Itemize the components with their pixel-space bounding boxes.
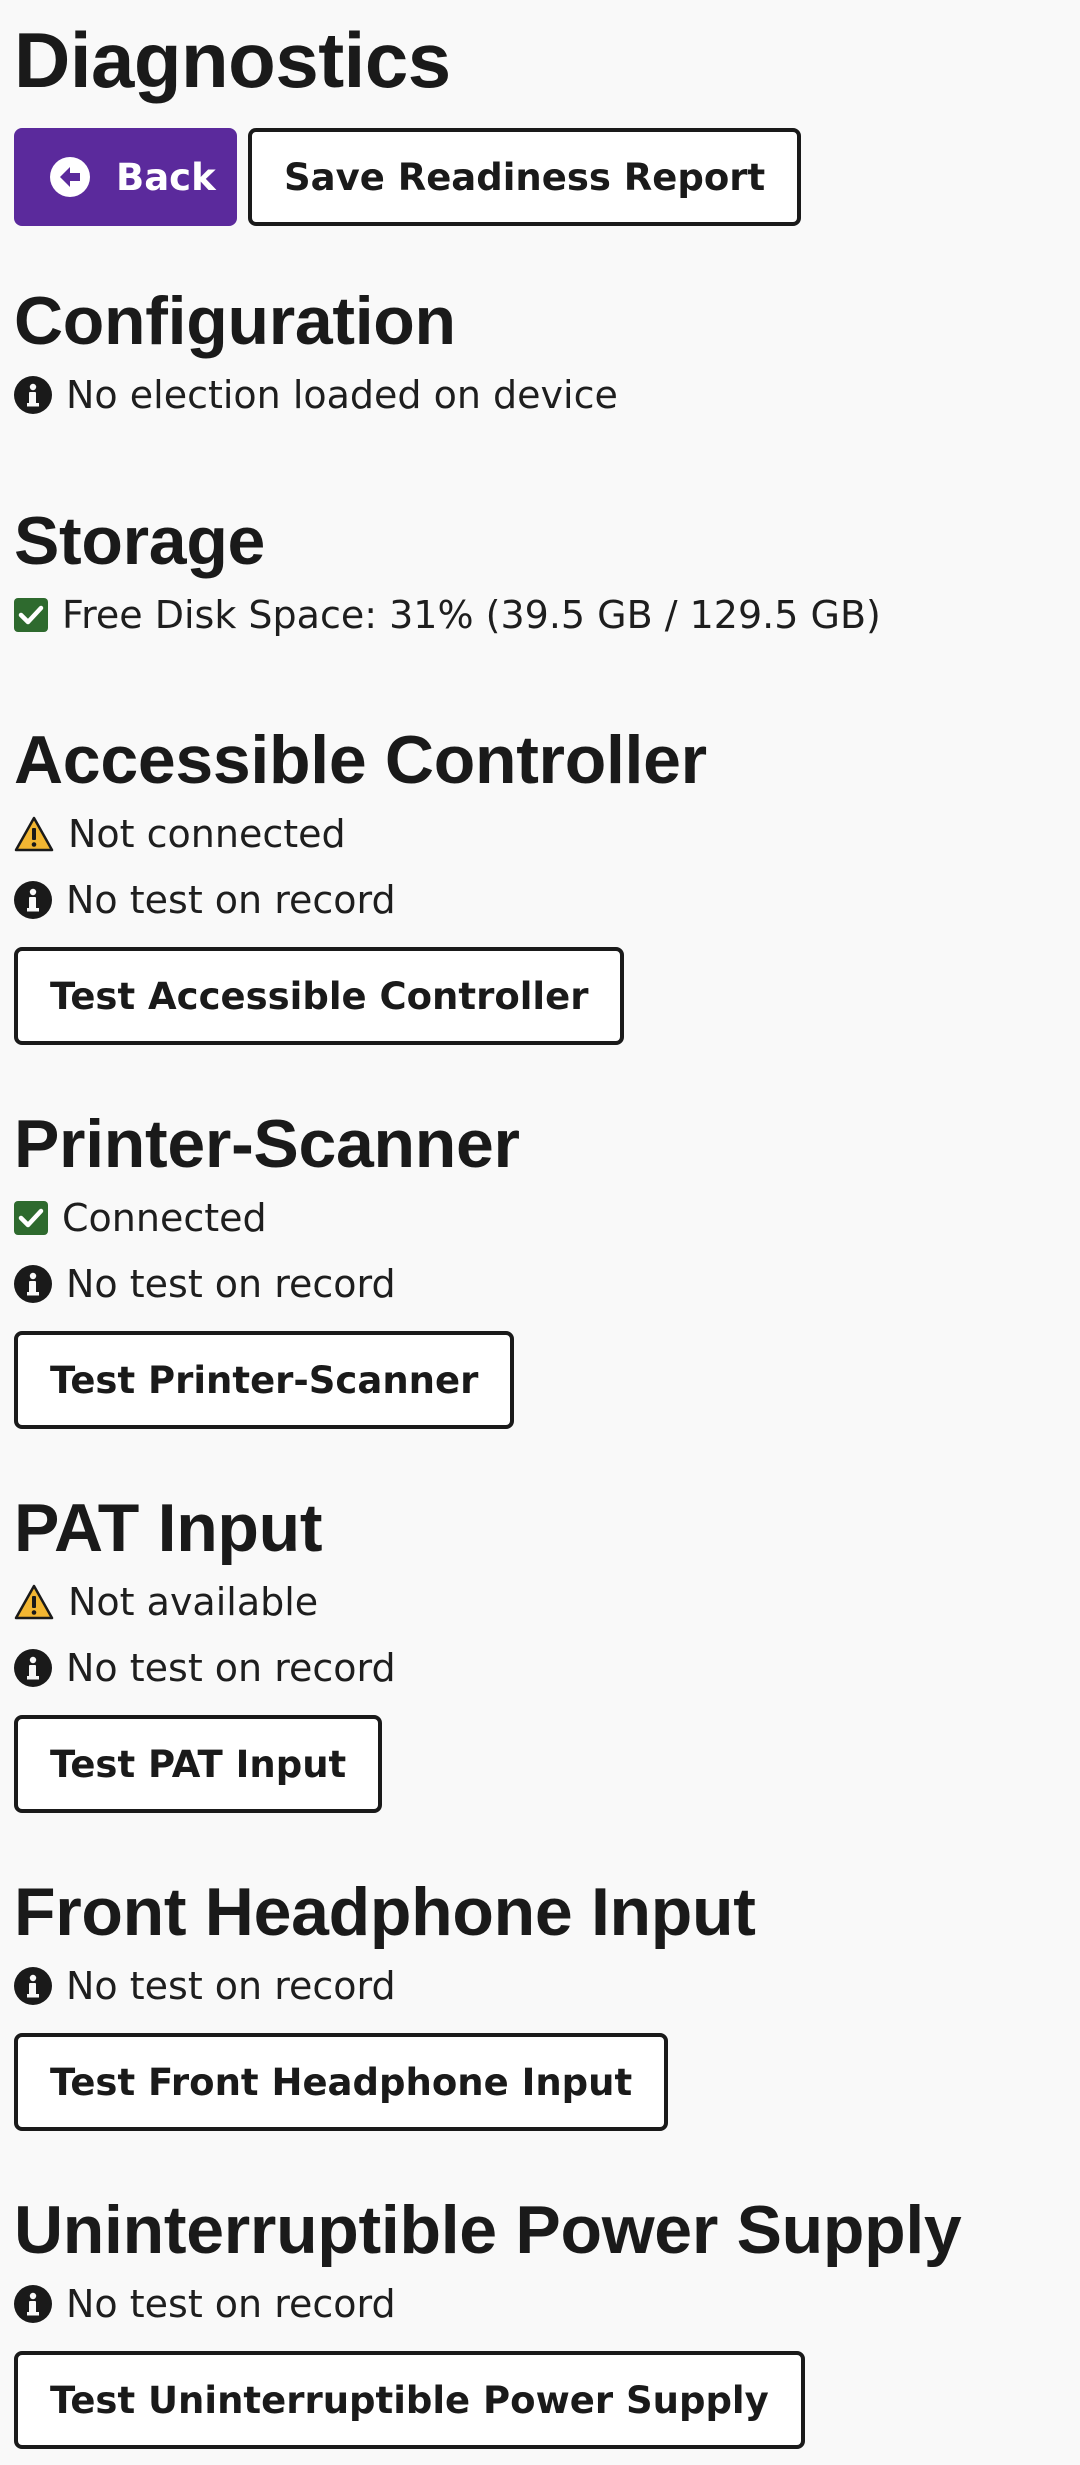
test-accessible-controller-button[interactable]: Test Accessible Controller [14,947,625,1045]
ups-test-text: No test on record [66,2282,396,2326]
front-headphone-input-section: Front Headphone Input No test on record … [14,1871,756,2131]
configuration-heading: Configuration [14,283,456,359]
info-icon [14,376,52,414]
pat-input-availability-text: Not available [68,1580,319,1624]
printer-scanner-heading: Printer-Scanner [14,1106,520,1182]
back-button[interactable]: Back [14,128,237,226]
printer-scanner-connection-status: Connected [14,1185,520,1251]
configuration-status: No election loaded on device [14,362,618,428]
storage-status-text: Free Disk Space: 31% (39.5 GB / 129.5 GB… [62,593,881,637]
accessible-controller-heading: Accessible Controller [14,722,707,798]
test-accessible-controller-label: Test Accessible Controller [50,974,589,1018]
toolbar: Back Save Readiness Report [14,128,802,226]
accessible-controller-connection-status: Not connected [14,801,707,867]
accessible-controller-test-text: No test on record [66,878,396,922]
ups-section: Uninterruptible Power Supply No test on … [14,2189,962,2449]
front-headphone-input-test-status: No test on record [14,1953,756,2019]
front-headphone-input-heading: Front Headphone Input [14,1874,756,1950]
save-readiness-report-button[interactable]: Save Readiness Report [248,128,802,226]
test-front-headphone-input-button[interactable]: Test Front Headphone Input [14,2033,669,2131]
storage-section: Storage Free Disk Space: 31% (39.5 GB / … [14,500,881,648]
save-readiness-report-label: Save Readiness Report [284,155,766,199]
configuration-status-text: No election loaded on device [66,373,618,417]
accessible-controller-section: Accessible Controller Not connected No t… [14,719,707,1045]
accessible-controller-test-status: No test on record [14,867,707,933]
info-icon [14,2285,52,2323]
back-button-label: Back [116,155,216,199]
page-title: Diagnostics [14,16,451,104]
info-icon [14,881,52,919]
pat-input-section: PAT Input Not available No test on recor… [14,1487,396,1813]
warning-icon [14,1584,54,1620]
pat-input-availability-status: Not available [14,1569,396,1635]
checkbox-check-icon [14,1201,48,1235]
info-icon [14,1649,52,1687]
front-headphone-input-test-text: No test on record [66,1964,396,2008]
test-printer-scanner-label: Test Printer-Scanner [50,1358,479,1402]
printer-scanner-test-status: No test on record [14,1251,520,1317]
printer-scanner-section: Printer-Scanner Connected No test on rec… [14,1103,520,1429]
configuration-section: Configuration No election loaded on devi… [14,280,618,428]
printer-scanner-test-text: No test on record [66,1262,396,1306]
info-icon [14,1967,52,2005]
pat-input-test-text: No test on record [66,1646,396,1690]
storage-status: Free Disk Space: 31% (39.5 GB / 129.5 GB… [14,582,881,648]
test-pat-input-label: Test PAT Input [50,1742,347,1786]
accessible-controller-connection-text: Not connected [68,812,346,856]
printer-scanner-connection-text: Connected [62,1196,267,1240]
circle-arrow-left-icon [50,157,90,197]
test-front-headphone-input-label: Test Front Headphone Input [50,2060,633,2104]
test-printer-scanner-button[interactable]: Test Printer-Scanner [14,1331,515,1429]
info-icon [14,1265,52,1303]
pat-input-test-status: No test on record [14,1635,396,1701]
test-ups-label: Test Uninterruptible Power Supply [50,2378,769,2422]
test-pat-input-button[interactable]: Test PAT Input [14,1715,383,1813]
ups-test-status: No test on record [14,2271,961,2337]
test-ups-button[interactable]: Test Uninterruptible Power Supply [14,2351,805,2449]
diagnostics-screen: Diagnostics Back Save Readiness Report C… [0,0,1080,2465]
storage-heading: Storage [14,503,266,579]
checkbox-check-icon [14,598,48,632]
ups-heading: Uninterruptible Power Supply [14,2192,962,2268]
pat-input-heading: PAT Input [14,1490,323,1566]
warning-icon [14,816,54,852]
